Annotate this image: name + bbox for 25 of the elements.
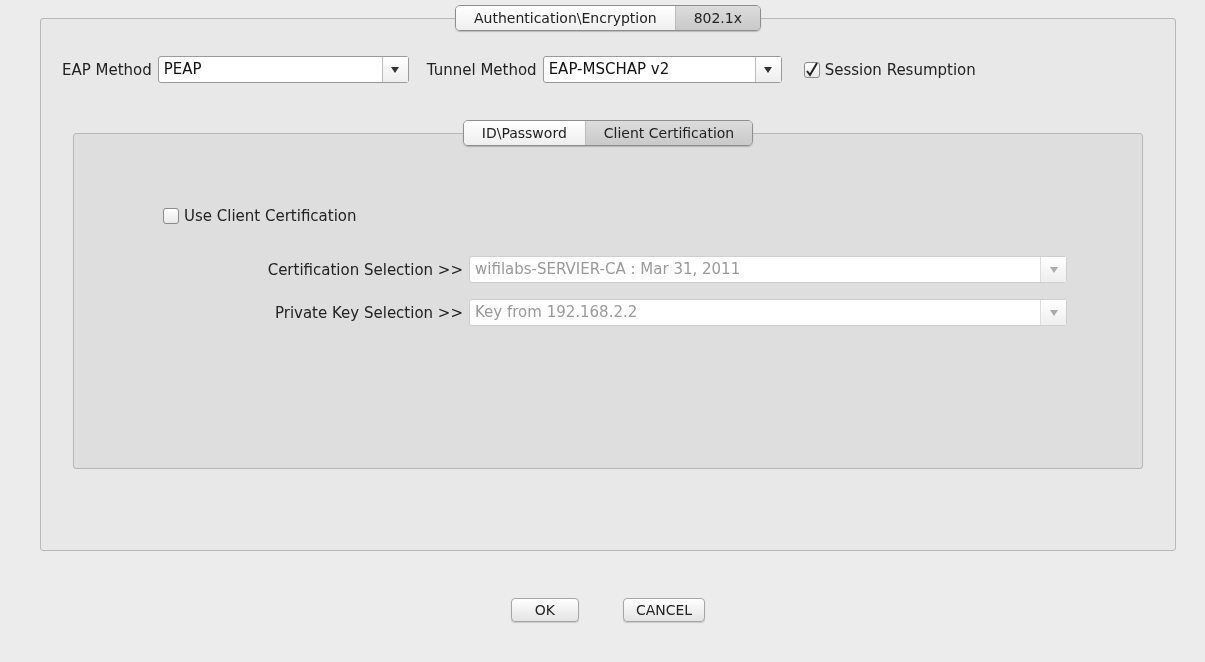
dropdown-value: EAP-MSCHAP v2 [547, 59, 671, 80]
field-label: Tunnel Method [426, 60, 537, 79]
tab[interactable]: Authentication\Encryption [456, 6, 675, 30]
dropdown-value: PEAP [162, 59, 203, 80]
field-label: Private Key Selection >> [273, 303, 463, 322]
dropdown-value: Key from 192.168.2.2 [474, 302, 639, 323]
check-icon [804, 61, 819, 78]
checkbox-label: Session Resumption [824, 60, 976, 79]
dropdown-value: wifilabs-SERVIER-CA : Mar 31, 2011 [474, 259, 742, 280]
dropdown[interactable]: PEAP [157, 56, 409, 83]
tab[interactable]: Client Certification [584, 121, 753, 145]
field-label: Certification Selection >> [266, 260, 463, 279]
dropdown-arrow-icon [1049, 309, 1058, 316]
dialog-button[interactable]: CANCEL [622, 598, 706, 622]
dropdown[interactable]: EAP-MSCHAP v2 [542, 56, 782, 83]
checkbox[interactable] [163, 208, 179, 224]
dropdown-arrow-icon [391, 66, 400, 73]
tab[interactable]: 802.1x [674, 6, 760, 30]
checkbox[interactable] [803, 61, 820, 78]
dialog-button[interactable]: OK [510, 598, 579, 622]
dropdown-arrow-icon [1049, 266, 1058, 273]
tab[interactable]: ID\Password [463, 121, 585, 145]
field-label: EAP Method [62, 60, 152, 79]
dropdown-arrow-icon [764, 66, 773, 73]
checkbox-label: Use Client Certification [184, 207, 357, 225]
